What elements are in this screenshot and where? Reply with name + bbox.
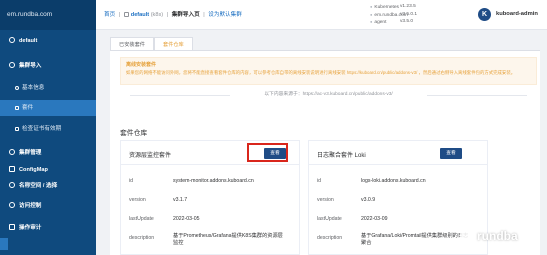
main-content: 离线安装套件 如果您的网络不能访问外网，您将不能直接查看套件仓库的内容，可以参考… <box>110 51 540 255</box>
breadcrumb-cluster[interactable]: default <box>131 12 149 18</box>
breadcrumb-separator: | <box>118 12 121 18</box>
card-header: 日志聚合套件 Loki 查看 <box>309 141 487 165</box>
sidebar-collapse-button[interactable] <box>0 238 8 250</box>
watermark: rundba <box>460 228 518 243</box>
version-value: v1.23.5 <box>400 4 416 9</box>
source-url-line: 以下内容来源于：https://ac-v3.kuboard.cn/public/… <box>120 90 537 100</box>
sidebar-item-label: 集群管理 <box>19 150 42 156</box>
field-key: description <box>129 235 155 241</box>
field-key: description <box>317 235 343 241</box>
tab-installed-addons[interactable]: 已安装套件 <box>110 37 154 51</box>
card-title: 资源层监控套件 <box>129 153 172 159</box>
breadcrumb-separator: | <box>203 12 205 18</box>
sidebar-item-label: 访问控制 <box>19 203 42 209</box>
field-value: 基于Grafana/Loki/Promtail提供集群级别的日志聚合 <box>361 233 469 246</box>
breadcrumb: 首页 | default (k8s) | 集群导入页 | 设为默认集群 <box>104 10 242 18</box>
user-menu[interactable]: kuboard-admin <box>496 11 538 17</box>
field-key: lastUpdate <box>129 216 154 222</box>
sidebar-item-addons[interactable]: 套件 <box>0 100 96 116</box>
version-name: em.rundba.com <box>370 12 407 20</box>
card-title: 日志聚合套件 Loki <box>317 153 366 159</box>
sidebar-brand: em.rundba.com <box>0 0 96 30</box>
top-header: 首页 | default (k8s) | 集群导入页 | 设为默认集群 Kube… <box>96 0 547 30</box>
field-value: 2022-03-05 <box>173 216 200 222</box>
breadcrumb-cluster-tag: (k8s) <box>150 12 164 18</box>
sidebar-item-cluster-manage[interactable]: 集群管理 <box>0 145 96 161</box>
warning-title: 离线安装套件 <box>126 62 157 68</box>
version-name: agent <box>370 19 400 27</box>
view-button[interactable]: 查看 <box>440 148 462 159</box>
sidebar-item-label: 操作审计 <box>19 225 42 231</box>
sidebar-item-label: 名称空间 / 选择 <box>19 183 58 189</box>
watermark-text: rundba <box>477 229 518 243</box>
sidebar-item-label: 检查证书有效期 <box>22 126 62 132</box>
sidebar-item-audit[interactable]: 操作审计 <box>0 220 96 236</box>
sidebar-item-default[interactable]: default <box>0 33 96 49</box>
field-value: logs-loki.addons.kuboard.cn <box>361 178 426 184</box>
field-value: 2022-03-09 <box>361 216 388 222</box>
sidebar-item-label: 套件 <box>22 105 34 111</box>
sidebar-item-label: 集群导入 <box>19 63 42 69</box>
cluster-icon <box>123 12 129 17</box>
highlight-box <box>247 143 288 162</box>
config-icon <box>9 166 15 172</box>
certificate-icon <box>15 127 19 131</box>
sidebar-item-label: ConfigMap <box>19 167 48 173</box>
wechat-icon <box>460 228 474 242</box>
section-title: 套件仓库 <box>120 130 148 137</box>
info-icon <box>15 86 19 90</box>
field-key: version <box>129 197 146 203</box>
version-name: Kubernetes <box>370 4 400 12</box>
breadcrumb-page: 集群导入页 <box>171 12 200 18</box>
lock-icon <box>9 202 15 208</box>
set-default-cluster-link[interactable]: 设为默认集群 <box>208 12 242 18</box>
tab-bar: 已安装套件 套件仓库 <box>110 37 193 51</box>
namespace-icon <box>9 182 15 188</box>
sidebar-item-basic-info[interactable]: 基本信息 <box>0 80 96 96</box>
breadcrumb-home[interactable]: 首页 <box>104 12 115 18</box>
sidebar-item-access-control[interactable]: 访问控制 <box>0 198 96 214</box>
field-value: v3.0.9 <box>361 197 376 203</box>
import-icon <box>9 62 15 68</box>
settings-icon <box>9 37 15 43</box>
sidebar-item-label: default <box>19 38 38 44</box>
field-value: system-monitor.addons.kuboard.cn <box>173 178 254 184</box>
breadcrumb-separator: | <box>166 12 169 18</box>
warning-text: 如果您的网络不能访问外网，您将不能直接查看套件仓库的内容，可以参考仓库自带的离线… <box>126 70 516 75</box>
addons-icon <box>15 106 19 110</box>
sidebar-item-label: 基本信息 <box>22 85 45 91</box>
field-key: version <box>317 197 334 203</box>
field-key: id <box>317 178 322 184</box>
version-value: v3.5.0.1 <box>400 11 418 17</box>
sidebar: em.rundba.com default 集群导入 基本信息 套件 检查证书有… <box>0 0 96 255</box>
field-key: id <box>129 178 134 184</box>
field-value: 基于Prometheus/Grafana提供K8S集群的资源层监控 <box>173 233 283 246</box>
audit-icon <box>9 224 15 230</box>
sidebar-item-configmap[interactable]: ConfigMap <box>0 162 96 178</box>
offline-warning: 离线安装套件 如果您的网络不能访问外网，您将不能直接查看套件仓库的内容，可以参考… <box>120 57 537 85</box>
sidebar-item-cert-check[interactable]: 检查证书有效期 <box>0 121 96 137</box>
sidebar-item-cluster-import[interactable]: 集群导入 <box>0 58 96 74</box>
tab-addon-repository[interactable]: 套件仓库 <box>153 37 193 51</box>
kuboard-logo: K <box>478 8 491 21</box>
version-value: v3.5.0 <box>400 19 414 24</box>
field-key: lastUpdate <box>317 216 342 222</box>
version-info: Kubernetesv1.23.5 em.rundba.comv3.5.0.1 … <box>370 4 417 27</box>
field-value: v3.1.7 <box>173 197 188 203</box>
sidebar-item-namespace[interactable]: 名称空间 / 选择 <box>0 178 96 194</box>
cluster-icon <box>9 149 15 155</box>
